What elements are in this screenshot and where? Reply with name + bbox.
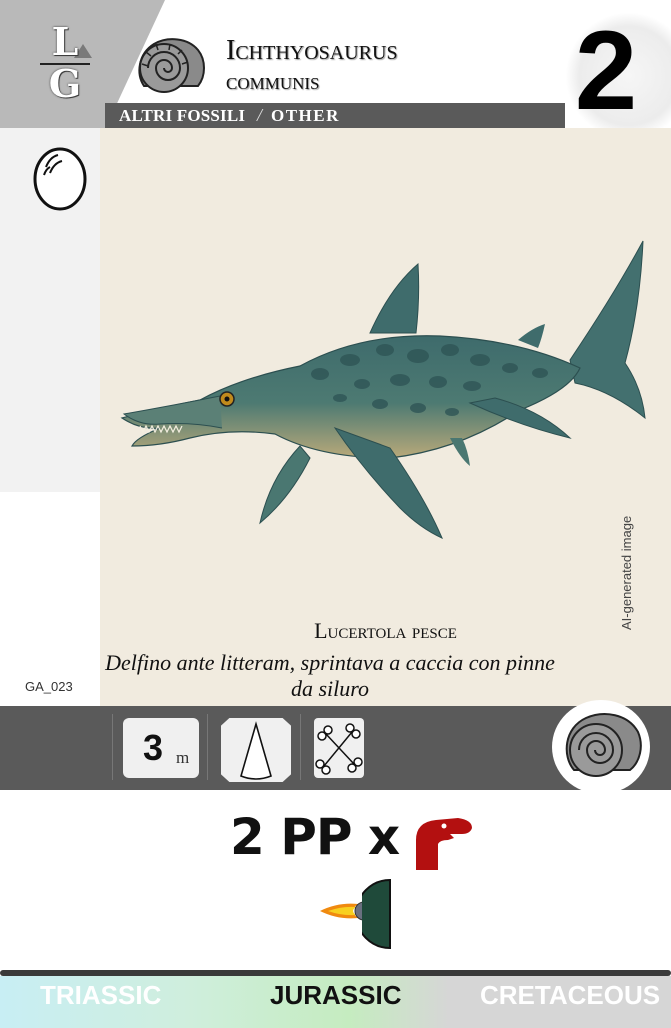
bones-stat	[314, 718, 364, 778]
stat-divider	[112, 714, 113, 780]
logo-letter-bottom: G	[48, 61, 82, 106]
ammonite-icon	[138, 38, 205, 93]
era-triassic: TRIASSIC	[40, 980, 162, 1010]
category-italian: ALTRI FOSSILI	[119, 106, 246, 125]
stat-divider	[300, 714, 301, 780]
common-name: Lucertola pesce	[314, 618, 457, 643]
ability-text: 2 PP x	[230, 808, 400, 866]
category-bar: ALTRI FOSSILI / OTHER	[105, 103, 565, 128]
logo-letter-top: L	[51, 19, 79, 64]
era-cretaceous: CRETACEOUS	[480, 980, 661, 1010]
flavor-text: Delfino ante litteram, sprintava a cacci…	[105, 650, 555, 701]
dinosaur-icon	[416, 818, 472, 870]
stat-divider	[207, 714, 208, 780]
category-separator: /	[257, 105, 263, 125]
ai-generated-label: AI-generated image	[619, 515, 634, 630]
tooth-icon	[240, 721, 272, 780]
size-unit: m	[176, 748, 190, 767]
card-code: GA_023	[25, 679, 73, 694]
card-cost: 2	[574, 8, 638, 133]
category-english: OTHER	[271, 106, 340, 125]
card-title-line1: Ichthyosaurus	[226, 35, 398, 66]
tooth-stat	[221, 718, 291, 782]
card-title-line2: communis	[226, 69, 320, 95]
era-jurassic: JURASSIC	[270, 980, 402, 1010]
ammonite-type-icon	[565, 713, 642, 777]
size-value: 3	[143, 727, 164, 768]
half-globe-icon	[362, 878, 391, 950]
lg-logo: L G	[36, 19, 94, 106]
type-badge	[552, 700, 650, 794]
egg-icon	[33, 147, 87, 211]
bones-icon	[315, 723, 363, 775]
